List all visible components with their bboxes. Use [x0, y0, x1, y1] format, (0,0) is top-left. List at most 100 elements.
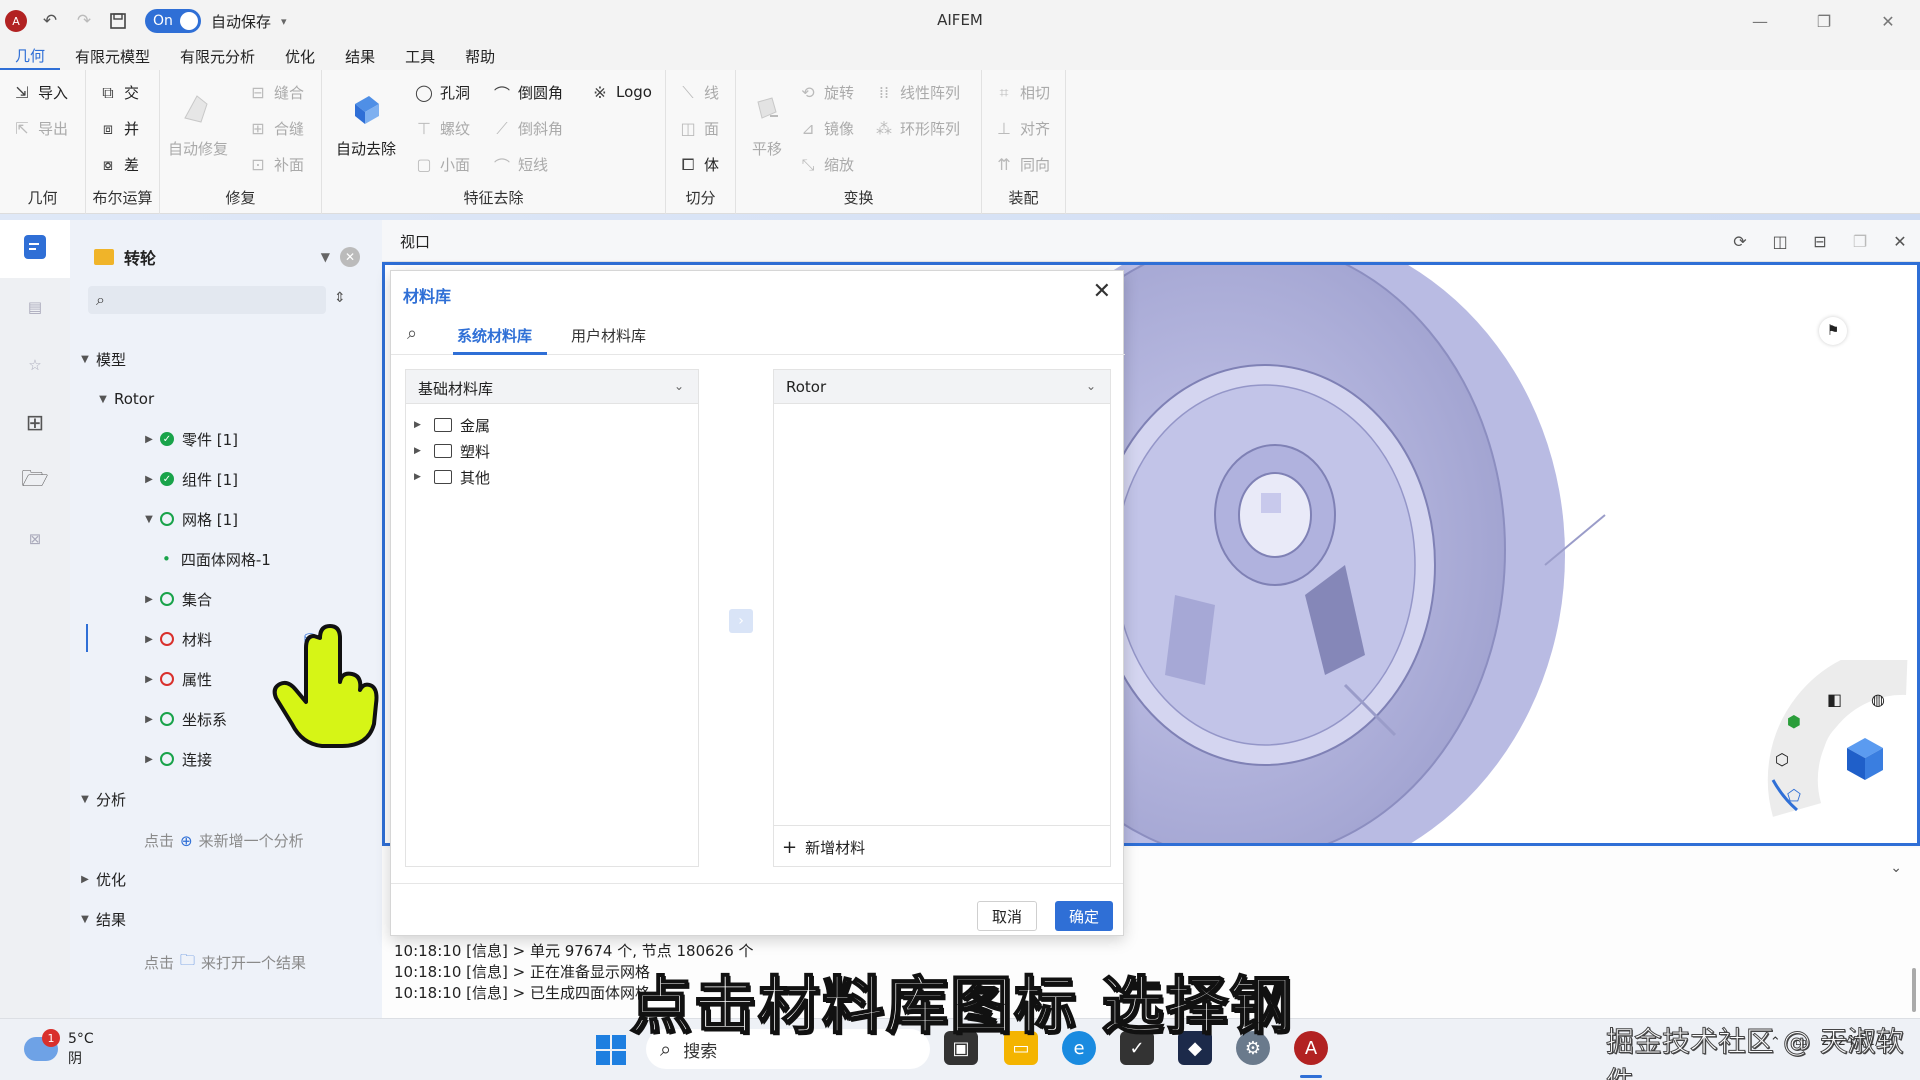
hole-button[interactable]: ◯ 孔洞	[414, 82, 470, 103]
tangent-button[interactable]: ⌗ 相切	[994, 82, 1050, 103]
caret-right-icon[interactable]: ▶	[414, 472, 428, 482]
rail-open-folder[interactable]: 🗁	[0, 452, 70, 510]
patch-face-button[interactable]: ⊡ 补面	[248, 154, 304, 175]
rail-add[interactable]: ⊞	[0, 394, 70, 452]
menu-fe-model[interactable]: 有限元模型	[60, 42, 165, 70]
autosave-toggle[interactable]: On	[145, 9, 201, 33]
tree-node-parts[interactable]: ▶ ✓ 零件 [1]	[142, 424, 238, 454]
restore-icon[interactable]: ❐	[1792, 0, 1856, 42]
folder-icon[interactable]: 🗀	[180, 950, 195, 975]
tree-search-input[interactable]: ⌕	[88, 286, 326, 314]
split-body-button[interactable]: ⧠ 体	[678, 154, 719, 175]
library-folder-plastic[interactable]: ▶ 塑料	[414, 438, 490, 464]
chamfer-button[interactable]: ⟋ 倒斜角	[492, 118, 563, 139]
menu-geometry[interactable]: 几何	[0, 42, 61, 70]
close-project-icon[interactable]: ✕	[340, 247, 360, 267]
tree-node-mesh[interactable]: ▼ 网格 [1]	[142, 504, 238, 534]
linear-array-button[interactable]: ⁞⁞ 线性阵列	[874, 82, 960, 103]
pin-icon[interactable]: ⚑	[1819, 317, 1847, 345]
caret-right-icon[interactable]: ▶	[142, 634, 156, 645]
log-scrollbar[interactable]	[1912, 968, 1916, 1012]
minimize-icon[interactable]: —	[1728, 0, 1792, 42]
tree-node-analysis[interactable]: ▼ 分析	[78, 784, 126, 814]
aifem-app-icon[interactable]: A	[1294, 1031, 1328, 1065]
refresh-icon[interactable]: ⟳	[1720, 232, 1760, 251]
app-logo-icon[interactable]: A	[5, 10, 27, 32]
transfer-right-button[interactable]: ›	[729, 609, 753, 633]
view-box-icon[interactable]: ⬠	[1787, 786, 1801, 805]
chevron-down-icon[interactable]: ▼	[321, 250, 330, 264]
confirm-button[interactable]: 确定	[1055, 901, 1113, 931]
weather-widget[interactable]: 1 5°C 阴	[24, 1029, 94, 1069]
small-face-button[interactable]: ▢ 小面	[414, 154, 470, 175]
caret-right-icon[interactable]: ▶	[78, 874, 92, 885]
export-button[interactable]: ⇱ 导出	[12, 118, 68, 139]
tree-node-rotor[interactable]: ▼ Rotor	[96, 384, 154, 414]
fillet-button[interactable]: ⌒ 倒圆角	[492, 82, 563, 104]
caret-down-icon[interactable]: ▼	[96, 394, 110, 405]
rail-report[interactable]: ▤	[0, 278, 70, 336]
caret-right-icon[interactable]: ▶	[142, 434, 156, 445]
mirror-button[interactable]: ⊿ 镜像	[798, 118, 854, 139]
caret-down-icon[interactable]: ▼	[78, 354, 92, 365]
caret-right-icon[interactable]: ▶	[414, 420, 428, 430]
intersect-button[interactable]: ⧉ 交	[98, 82, 139, 103]
tree-node-results[interactable]: ▼ 结果	[78, 904, 126, 934]
maximize-icon[interactable]: ❐	[1840, 232, 1880, 251]
menu-help[interactable]: 帮助	[450, 42, 510, 70]
scale-button[interactable]: ⤡ 缩放	[798, 154, 854, 175]
tree-node-sets[interactable]: ▶ 集合	[142, 584, 212, 614]
menu-optimize[interactable]: 优化	[270, 42, 330, 70]
auto-repair-button[interactable]: 自动修复	[168, 88, 228, 159]
chevron-down-icon[interactable]: ⌄	[1890, 860, 1902, 876]
tree-node-coords[interactable]: ▶ 坐标系	[142, 704, 227, 734]
caret-down-icon[interactable]: ▼	[142, 514, 156, 525]
thread-button[interactable]: ⊤ 螺纹	[414, 118, 470, 139]
quick-access-dropdown-icon[interactable]: ▾	[281, 15, 287, 28]
section-view-icon[interactable]: ◧	[1827, 690, 1842, 709]
caret-right-icon[interactable]: ▶	[142, 754, 156, 765]
sort-icon[interactable]: ⇕	[334, 290, 346, 306]
translate-button[interactable]: 平移	[746, 88, 788, 159]
same-direction-button[interactable]: ⇈ 同向	[994, 154, 1050, 175]
circular-array-button[interactable]: ⁂ 环形阵列	[874, 118, 960, 139]
redo-icon[interactable]: ↷	[73, 10, 95, 32]
auto-remove-button[interactable]: 自动去除	[336, 88, 396, 159]
split-horizontal-icon[interactable]: ⊟	[1800, 232, 1840, 251]
model-selector[interactable]: Rotor ⌄	[774, 370, 1110, 404]
close-icon[interactable]: ✕	[1856, 0, 1920, 42]
tab-user-library[interactable]: 用户材料库	[571, 325, 646, 346]
cancel-button[interactable]: 取消	[977, 901, 1037, 931]
menu-fe-analysis[interactable]: 有限元分析	[165, 42, 270, 70]
split-vertical-icon[interactable]: ◫	[1760, 232, 1800, 251]
rail-model-tree[interactable]	[0, 220, 70, 278]
caret-down-icon[interactable]: ▼	[78, 914, 92, 925]
tree-node-tet-mesh[interactable]: • 四面体网格-1	[162, 544, 271, 574]
tab-system-library[interactable]: 系统材料库	[457, 325, 532, 346]
tree-node-connections[interactable]: ▶ 连接	[142, 744, 212, 774]
logo-removal-button[interactable]: ※ Logo	[590, 82, 652, 102]
split-face-button[interactable]: ◫ 面	[678, 118, 719, 139]
rotate-button[interactable]: ⟲ 旋转	[798, 82, 854, 103]
import-button[interactable]: ⇲ 导入	[12, 82, 68, 103]
menu-results[interactable]: 结果	[330, 42, 390, 70]
caret-right-icon[interactable]: ▶	[414, 446, 428, 456]
start-button[interactable]	[596, 1035, 626, 1065]
add-circle-icon[interactable]: ⊕	[180, 832, 193, 850]
view-cube-button[interactable]	[1841, 734, 1889, 782]
library-selector[interactable]: 基础材料库 ⌄	[406, 370, 698, 404]
render-mode-icon[interactable]: ⬢	[1787, 712, 1801, 731]
close-icon[interactable]: ✕	[1093, 279, 1111, 304]
merge-seam-button[interactable]: ⊞ 合缝	[248, 118, 304, 139]
search-icon[interactable]: ⌕	[407, 323, 417, 344]
add-material-button[interactable]: + 新增材料	[782, 837, 865, 858]
caret-right-icon[interactable]: ▶	[142, 594, 156, 605]
caret-right-icon[interactable]: ▶	[142, 674, 156, 685]
tree-node-properties[interactable]: ▶ 属性	[142, 664, 212, 694]
union-button[interactable]: ⧈ 并	[98, 118, 139, 139]
tree-node-model[interactable]: ▼ 模型	[78, 344, 126, 374]
difference-button[interactable]: ⧇ 差	[98, 154, 139, 175]
rail-export[interactable]: ⊠	[0, 510, 70, 568]
rail-favorites[interactable]: ☆	[0, 336, 70, 394]
wireframe-icon[interactable]: ⬡	[1775, 750, 1789, 769]
